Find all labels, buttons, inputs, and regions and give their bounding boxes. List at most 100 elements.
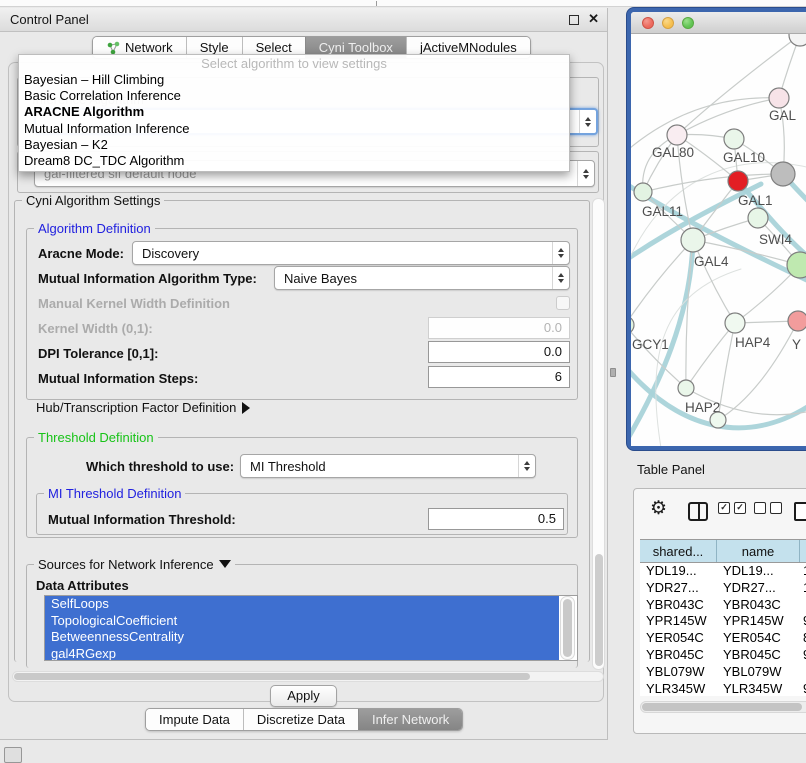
network-canvas[interactable]: GALGAL80GAL10GAL1GAL11SWI4GAL4GCY1HAP4YH… [631,34,806,446]
aracne-mode-combobox[interactable]: Discovery [132,241,570,265]
tab-label: jActiveMNodules [420,40,517,55]
table-cell: YLR345W [640,681,717,696]
select-all-checkboxes-icon[interactable]: ✓ ✓ [718,502,746,514]
deselect-all-checkboxes-icon[interactable] [754,502,782,514]
which-threshold-combobox[interactable]: MI Threshold [240,454,536,478]
node-bottom-partial[interactable] [710,412,726,428]
bottom-tab-infer-network[interactable]: Infer Network [358,709,462,730]
table-cell: YDR27... [717,580,800,597]
minimize-window-icon[interactable] [662,17,674,29]
table-row[interactable]: YLR345WYLR345W9. [640,681,806,696]
table-row[interactable]: YBR045CYBR045C9. [640,647,806,664]
apply-button[interactable]: Apply [270,685,337,707]
dropdown-items: Bayesian – Hill ClimbingBasic Correlatio… [19,72,569,169]
bottom-tab-discretize-data[interactable]: Discretize Data [243,709,358,730]
column-header-name[interactable]: name [717,540,800,562]
mi-steps-field[interactable]: 6 [428,366,570,388]
table-row[interactable]: YBL079WYBL079W [640,664,806,681]
kernel-width-field: 0.0 [428,317,570,339]
mi-algorithm-type-value: Naive Bayes [284,271,357,286]
table-row[interactable]: YBR043CYBR043C [640,597,806,614]
node-gal1[interactable] [728,171,748,191]
panel-divider-handle[interactable] [610,368,616,377]
mi-threshold-field[interactable]: 0.5 [428,508,564,530]
node-gal80[interactable] [667,125,687,145]
table-cell: YER054C [717,630,800,647]
table-cell: YDR27... [640,580,717,597]
float-window-icon[interactable] [569,15,579,25]
table-row[interactable]: YDL19...YDL19...13 [640,563,806,580]
close-window-icon[interactable] [642,17,654,29]
attribute-item-selfloops[interactable]: SelfLoops [45,596,559,613]
zoom-window-icon[interactable] [682,17,694,29]
dropdown-item-mutual-information-inference[interactable]: Mutual Information Inference [19,121,569,137]
table-cell: YBR043C [640,597,717,614]
node-gray[interactable] [771,162,795,186]
node-top-partial[interactable] [789,34,806,46]
unchecked-box-icon [754,502,766,514]
scrollbar-thumb[interactable] [14,673,530,680]
tab-label: Select [256,40,292,55]
sources-group-title[interactable]: Sources for Network Inference [34,557,235,572]
node-gal4[interactable] [681,228,705,252]
threshold-definition-title: Threshold Definition [34,430,158,445]
node-gal11[interactable] [634,183,652,201]
bottom-tab-impute-data[interactable]: Impute Data [146,709,243,730]
node-hap4[interactable] [725,313,745,333]
network-edge-thin[interactable] [677,98,779,135]
attributes-list-scrollbar[interactable] [560,596,575,660]
manual-kernel-width-checkbox[interactable] [556,296,570,310]
hub-definition-toggle[interactable]: Hub/Transcription Factor Definition [36,400,250,415]
dropdown-prompt[interactable]: Select algorithm to view settings [19,55,569,72]
minimized-panel-icon[interactable] [4,747,22,763]
scrollbar-thumb[interactable] [595,554,603,666]
checked-box-icon: ✓ [734,502,746,514]
settings-vertical-scrollbar[interactable] [592,198,605,670]
scrollbar-thumb[interactable] [563,599,572,657]
node-swi4-label: SWI4 [759,232,792,247]
dropdown-item-aracne-algorithm[interactable]: ARACNE Algorithm [19,104,569,120]
table-cell: YDL19... [640,563,717,580]
mi-algorithm-type-combobox[interactable]: Naive Bayes [274,266,570,290]
columns-icon[interactable] [688,502,708,521]
table-row[interactable]: YPR145WYPR145W9. [640,613,806,630]
node-gal-pink[interactable] [769,88,789,108]
scrollbar-thumb[interactable] [642,703,802,711]
node-gal10-label: GAL10 [723,150,765,165]
attribute-item-topologicalcoefficient[interactable]: TopologicalCoefficient [45,613,559,630]
which-threshold-label: Which threshold to use: [86,459,234,474]
attribute-item-gal4rgexp[interactable]: gal4RGexp [45,646,559,662]
table-row[interactable]: YER054CYER054C8. [640,630,806,647]
table-cell: YBR043C [717,597,800,614]
dpi-tolerance-field[interactable]: 0.0 [428,341,570,363]
node-salmon[interactable] [788,311,806,331]
network-edge-thin[interactable] [718,323,735,420]
table-body[interactable]: YDL19...YDL19...13YDR27...YDR27...12YBR0… [640,563,806,696]
table-cell [800,597,806,614]
dropdown-item-dream8-dc-tdc-algorithm[interactable]: Dream8 DC_TDC Algorithm [19,153,569,169]
table-cell: YBR045C [640,647,717,664]
node-gcy1[interactable] [631,316,634,334]
dropdown-item-bayesian-k2[interactable]: Bayesian – K2 [19,137,569,153]
combo-spinner-icon [518,455,535,477]
document-icon[interactable] [794,502,806,521]
dropdown-item-basic-correlation-inference[interactable]: Basic Correlation Inference [19,88,569,104]
column-header-shared-[interactable]: shared... [640,540,717,562]
table-row[interactable]: YDR27...YDR27...12 [640,580,806,597]
data-attributes-list[interactable]: SelfLoopsTopologicalCoefficientBetweenne… [44,595,578,661]
node-gal80-label: GAL80 [652,145,694,160]
network-edge-thin[interactable] [693,240,735,323]
attribute-item-betweennesscentrality[interactable]: BetweennessCentrality [45,629,559,646]
table-horizontal-scrollbar[interactable] [640,701,806,713]
table-cell: 9. [800,613,806,630]
network-edge-thin[interactable] [686,323,735,388]
close-panel-icon[interactable]: ✕ [588,11,599,27]
settings-horizontal-scrollbar[interactable] [12,671,604,682]
column-header-2[interactable] [800,540,806,562]
dropdown-item-bayesian-hill-climbing[interactable]: Bayesian – Hill Climbing [19,72,569,88]
table-header-row: shared...name [640,539,806,563]
node-hap2[interactable] [678,380,694,396]
node-swi4[interactable] [748,208,768,228]
node-gal10[interactable] [724,129,744,149]
gear-icon[interactable]: ⚙ [650,497,667,520]
